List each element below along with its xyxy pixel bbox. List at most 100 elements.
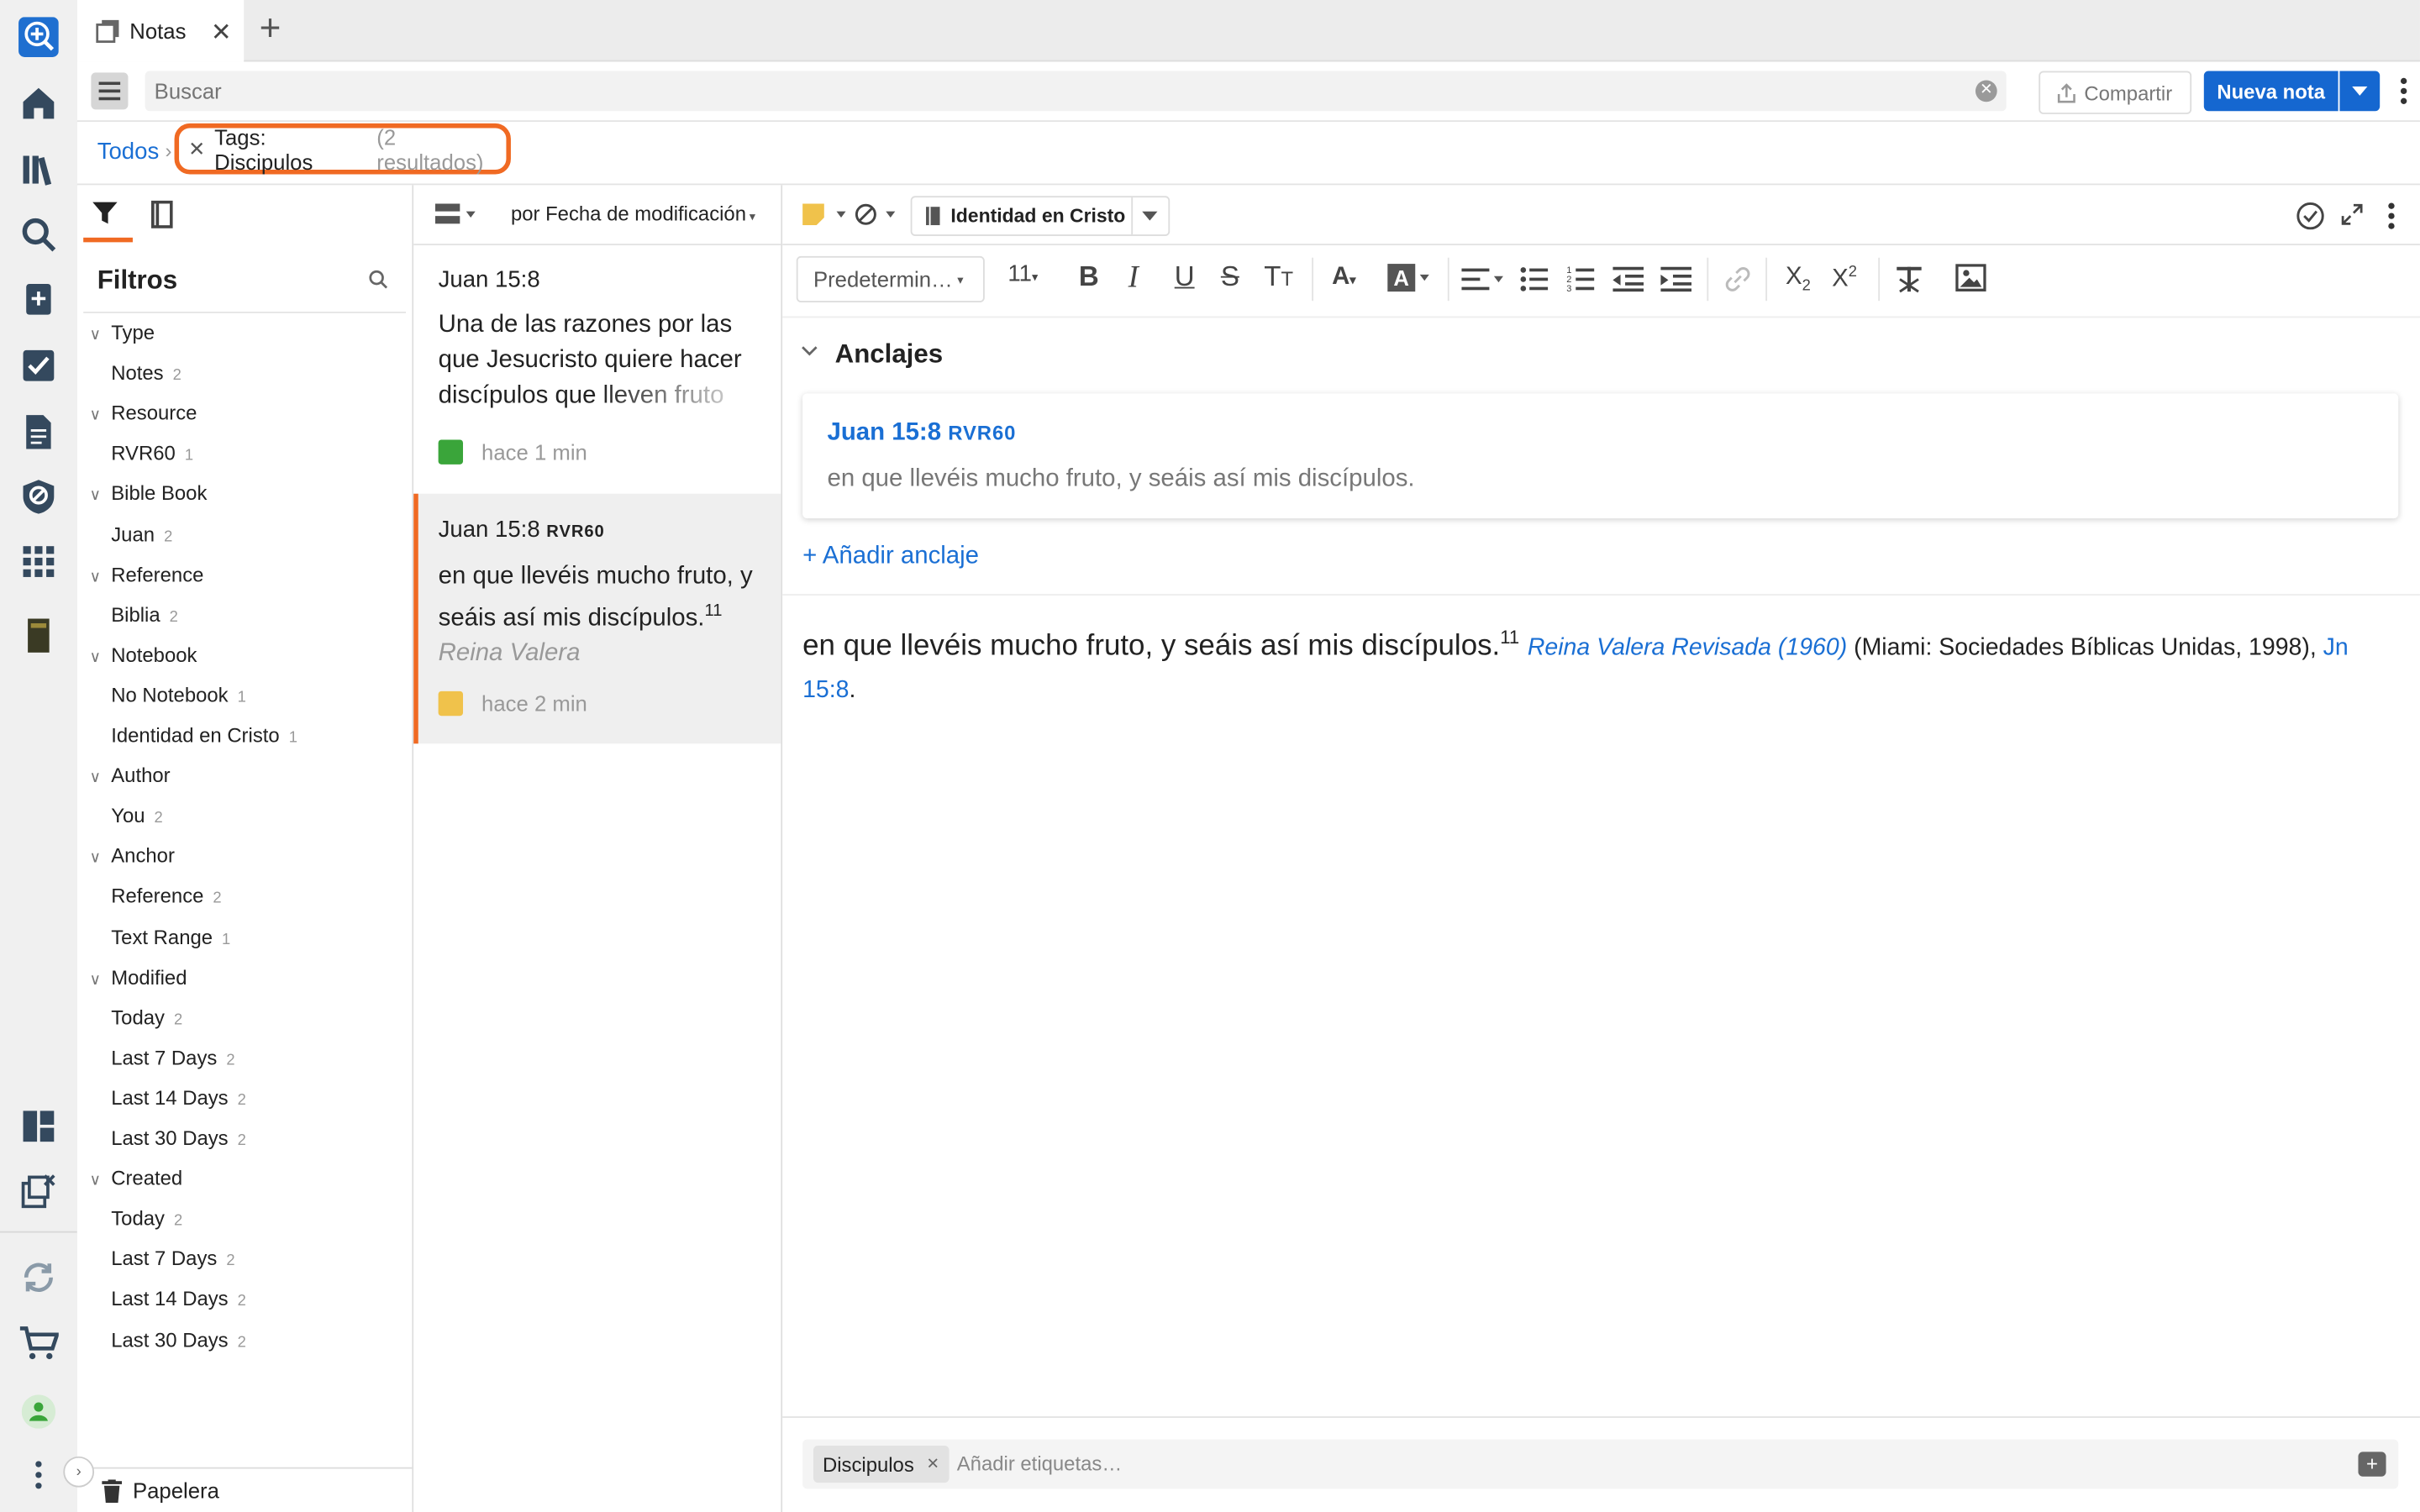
notebook-select[interactable]: Identidad en Cristo [910, 196, 1171, 237]
tag-chip[interactable]: Discipulos ✕ [813, 1445, 949, 1483]
add-anchor-link[interactable]: + Añadir anclaje [802, 543, 979, 571]
citation-title-link[interactable]: Reina Valera Revisada (1960) [1528, 634, 1847, 660]
text-size-icon[interactable]: TT [1264, 260, 1293, 293]
bullet-list-icon[interactable] [1520, 265, 1549, 293]
filter-group-header[interactable]: ∨ Anchor [90, 844, 175, 868]
filter-tab-icon[interactable] [92, 201, 118, 225]
filter-item[interactable]: No Notebook 1 [111, 683, 246, 706]
filter-item[interactable]: Last 7 Days 2 [111, 1046, 234, 1069]
filter-group-header[interactable]: ∨ Created [90, 1167, 183, 1190]
underline-icon[interactable]: U [1175, 260, 1195, 293]
filter-group-header[interactable]: ∨ Reference [90, 563, 204, 586]
check-circle-icon[interactable] [2296, 202, 2324, 230]
note-item[interactable]: Juan 15:8 Una de las razones por las que… [413, 245, 781, 492]
indent-icon[interactable] [1660, 265, 1692, 293]
add-tag-icon[interactable]: + [2358, 1452, 2386, 1477]
cart-icon[interactable] [17, 1322, 60, 1365]
filter-item[interactable]: Identidad en Cristo 1 [111, 723, 297, 747]
filter-item[interactable]: Last 30 Days 2 [111, 1327, 246, 1351]
notebook-tab-icon[interactable] [150, 200, 173, 228]
filter-group-header[interactable]: ∨ Bible Book [90, 482, 208, 506]
remove-filter-icon[interactable]: ✕ [188, 137, 205, 161]
toolbar-more-icon[interactable] [2400, 77, 2407, 105]
italic-icon[interactable]: I [1128, 260, 1139, 296]
anchor-ref-link[interactable]: Juan 15:8 RVR60 [827, 420, 1016, 448]
search-input[interactable] [145, 71, 1954, 112]
close-panels-icon[interactable] [17, 1169, 60, 1212]
sidebar-toggle-button[interactable] [91, 72, 129, 110]
clear-format-icon[interactable] [1895, 265, 1923, 293]
subscript-icon[interactable]: X2 [1786, 264, 1811, 295]
no-style-icon[interactable] [855, 203, 898, 225]
shield-icon[interactable] [17, 475, 60, 518]
strikethrough-icon[interactable]: S [1221, 260, 1239, 293]
filter-item[interactable]: Notes 2 [111, 361, 182, 385]
numbered-list-icon[interactable]: 123 [1566, 264, 1595, 295]
notes-icon[interactable] [17, 411, 60, 454]
note-color-picker[interactable] [802, 203, 849, 226]
clear-search-icon[interactable]: ✕ [1975, 80, 1997, 102]
filter-group-header[interactable]: ∨ Modified [90, 965, 187, 989]
filter-group-header[interactable]: ∨ Author [90, 764, 171, 787]
apps-grid-icon[interactable] [17, 540, 60, 583]
more-vertical-icon[interactable] [17, 1453, 60, 1496]
trash-row[interactable]: Papelera [76, 1467, 413, 1512]
filter-item[interactable]: Last 30 Days 2 [111, 1126, 246, 1150]
filter-search-icon[interactable] [369, 270, 388, 289]
filter-item[interactable]: Text Range 1 [111, 925, 230, 948]
share-button[interactable]: Compartir [2039, 71, 2192, 114]
link-icon[interactable] [1725, 267, 1750, 291]
filter-item[interactable]: Today 2 [111, 1207, 182, 1231]
filter-item[interactable]: Last 14 Days 2 [111, 1288, 246, 1311]
editor-more-icon[interactable] [2387, 202, 2395, 230]
expand-icon[interactable] [2341, 203, 2363, 225]
remove-tag-icon[interactable]: ✕ [926, 1456, 939, 1473]
filter-item[interactable]: RVR60 1 [111, 442, 193, 465]
new-note-dropdown[interactable] [2339, 71, 2381, 112]
note-item-selected[interactable]: Juan 15:8 RVR60 en que llevéis mucho fru… [413, 493, 781, 744]
close-tab-icon[interactable]: ✕ [211, 17, 232, 48]
add-tags-input[interactable]: Añadir etiquetas… [957, 1452, 1122, 1475]
new-note-button[interactable]: Nueva nota [2203, 71, 2338, 112]
bold-icon[interactable]: B [1079, 260, 1099, 293]
filter-group-header[interactable]: ∨ Type [90, 321, 155, 344]
tab-notas[interactable]: Notas ✕ [76, 0, 245, 62]
breadcrumb-root-link[interactable]: Todos [97, 139, 160, 165]
library-icon[interactable] [17, 148, 60, 191]
search-icon[interactable] [17, 213, 60, 255]
active-tag-filter[interactable]: ✕ Tags: Discipulos (2 resultados) [174, 123, 511, 175]
sort-select[interactable]: por Fecha de modificación ▾ [511, 202, 755, 226]
filter-item-count: 2 [237, 1333, 246, 1352]
new-tab-button[interactable]: + [260, 8, 281, 50]
home-icon[interactable] [17, 81, 60, 124]
align-icon[interactable] [1461, 267, 1504, 291]
font-size-select[interactable]: 11▾ [1007, 260, 1038, 286]
sync-icon[interactable] [17, 1256, 60, 1299]
anchor-card[interactable]: Juan 15:8 RVR60 en que llevéis mucho fru… [802, 393, 2399, 519]
text-color-icon[interactable]: A▾ [1332, 264, 1356, 291]
outdent-icon[interactable] [1612, 265, 1644, 293]
new-document-icon[interactable] [17, 279, 60, 322]
filter-item[interactable]: Juan 2 [111, 522, 172, 546]
filter-item[interactable]: Last 7 Days 2 [111, 1247, 234, 1271]
filter-item[interactable]: Today 2 [111, 1005, 182, 1029]
anchors-collapse-icon[interactable] [801, 345, 818, 356]
filter-item[interactable]: You 2 [111, 804, 163, 827]
filter-group-header[interactable]: ∨ Resource [90, 402, 197, 425]
layout-icon[interactable] [17, 1105, 60, 1147]
filter-item[interactable]: Last 14 Days 2 [111, 1086, 246, 1110]
note-content[interactable]: en que llevéis mucho fruto, y seáis así … [802, 617, 2392, 712]
font-family-select[interactable]: Predetermin… ▾ [796, 255, 985, 302]
book-cover-icon[interactable] [17, 614, 60, 657]
logos-search-icon[interactable] [17, 15, 60, 58]
filter-item[interactable]: Reference 2 [111, 885, 221, 908]
view-mode-icon[interactable] [434, 203, 476, 225]
filter-group-header[interactable]: ∨ Notebook [90, 643, 197, 667]
user-avatar-icon[interactable] [17, 1390, 60, 1433]
checklist-icon[interactable] [17, 344, 60, 387]
insert-image-icon[interactable] [1955, 264, 1986, 291]
expand-rail-icon[interactable]: › [63, 1456, 95, 1488]
superscript-icon[interactable]: X2 [1832, 264, 1857, 293]
highlight-color-icon[interactable]: A [1387, 262, 1430, 293]
filter-item[interactable]: Biblia 2 [111, 603, 178, 627]
